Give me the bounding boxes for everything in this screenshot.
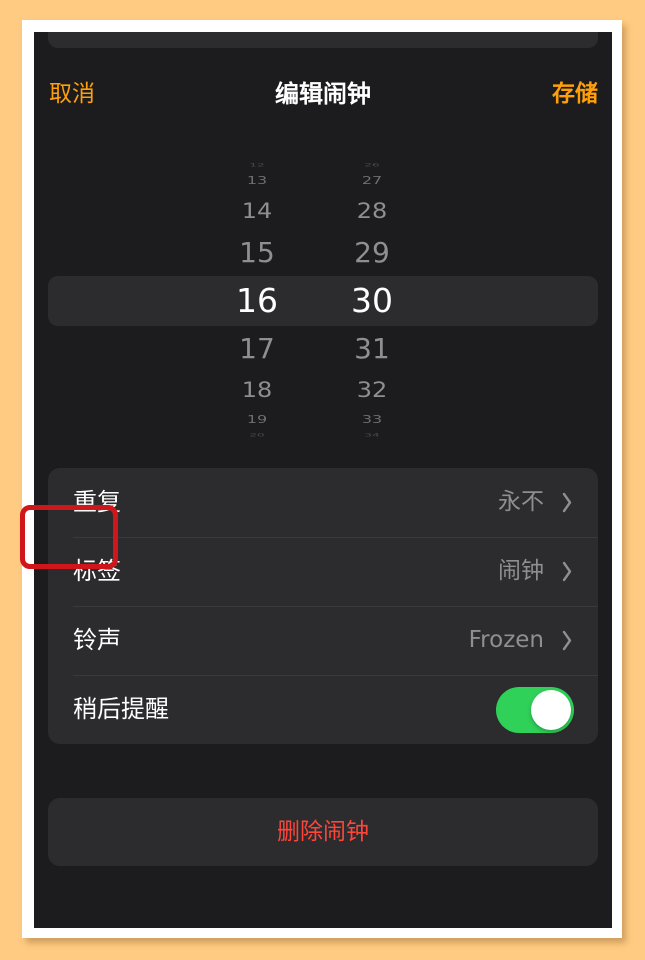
minute-tick-selected: 30 bbox=[351, 281, 393, 321]
hour-tick: 14 bbox=[241, 198, 273, 224]
sheet-edge bbox=[34, 32, 612, 50]
repeat-row[interactable]: 重复 永不 bbox=[48, 468, 598, 537]
sound-row[interactable]: 铃声 Frozen bbox=[48, 606, 598, 675]
label-row[interactable]: 标签 闹钟 bbox=[48, 537, 598, 606]
hour-tick: 20 bbox=[249, 432, 265, 438]
navigation-bar: 取消 编辑闹钟 存储 bbox=[34, 76, 612, 112]
highlight-box bbox=[20, 505, 118, 569]
toggle-knob bbox=[531, 690, 571, 730]
minute-tick: 34 bbox=[364, 432, 380, 438]
sound-label: 铃声 bbox=[73, 626, 121, 654]
hour-tick: 12 bbox=[249, 162, 265, 168]
hour-wheel[interactable]: 12 13 14 15 16 17 18 19 20 bbox=[217, 160, 297, 440]
hour-tick-selected: 16 bbox=[236, 281, 278, 321]
hour-tick: 18 bbox=[241, 377, 273, 403]
minute-tick: 31 bbox=[354, 332, 390, 366]
minute-tick: 32 bbox=[356, 377, 388, 403]
label-value: 闹钟 bbox=[498, 558, 544, 584]
repeat-value: 永不 bbox=[498, 489, 544, 515]
minute-tick: 29 bbox=[354, 236, 390, 270]
minute-tick: 33 bbox=[361, 413, 383, 427]
hour-tick: 19 bbox=[246, 413, 268, 427]
delete-alarm-label: 删除闹钟 bbox=[277, 819, 369, 845]
save-button[interactable]: 存储 bbox=[552, 76, 598, 112]
sound-value: Frozen bbox=[468, 627, 544, 653]
chevron-right-icon bbox=[562, 492, 572, 513]
minute-tick: 26 bbox=[364, 162, 380, 168]
delete-alarm-button[interactable]: 删除闹钟 bbox=[48, 798, 598, 866]
minute-tick: 28 bbox=[356, 198, 388, 224]
snooze-toggle[interactable] bbox=[496, 687, 574, 733]
hour-tick: 13 bbox=[246, 174, 268, 188]
minute-wheel[interactable]: 26 27 28 29 30 31 32 33 34 bbox=[332, 160, 412, 440]
edit-alarm-screen: 取消 编辑闹钟 存储 12 13 14 15 16 17 18 19 20 26… bbox=[34, 32, 612, 928]
picker-selection-band bbox=[48, 276, 598, 326]
snooze-row: 稍后提醒 bbox=[48, 675, 598, 744]
snooze-label: 稍后提醒 bbox=[73, 695, 169, 723]
chevron-right-icon bbox=[562, 561, 572, 582]
minute-tick: 27 bbox=[361, 174, 383, 188]
hour-tick: 17 bbox=[239, 332, 275, 366]
chevron-right-icon bbox=[562, 630, 572, 651]
hour-tick: 15 bbox=[239, 236, 275, 270]
alarm-settings-group: 重复 永不 标签 闹钟 铃声 Frozen 稍后提醒 bbox=[48, 468, 598, 744]
page-title: 编辑闹钟 bbox=[275, 80, 371, 108]
time-picker[interactable]: 12 13 14 15 16 17 18 19 20 26 27 28 29 3… bbox=[34, 160, 612, 440]
